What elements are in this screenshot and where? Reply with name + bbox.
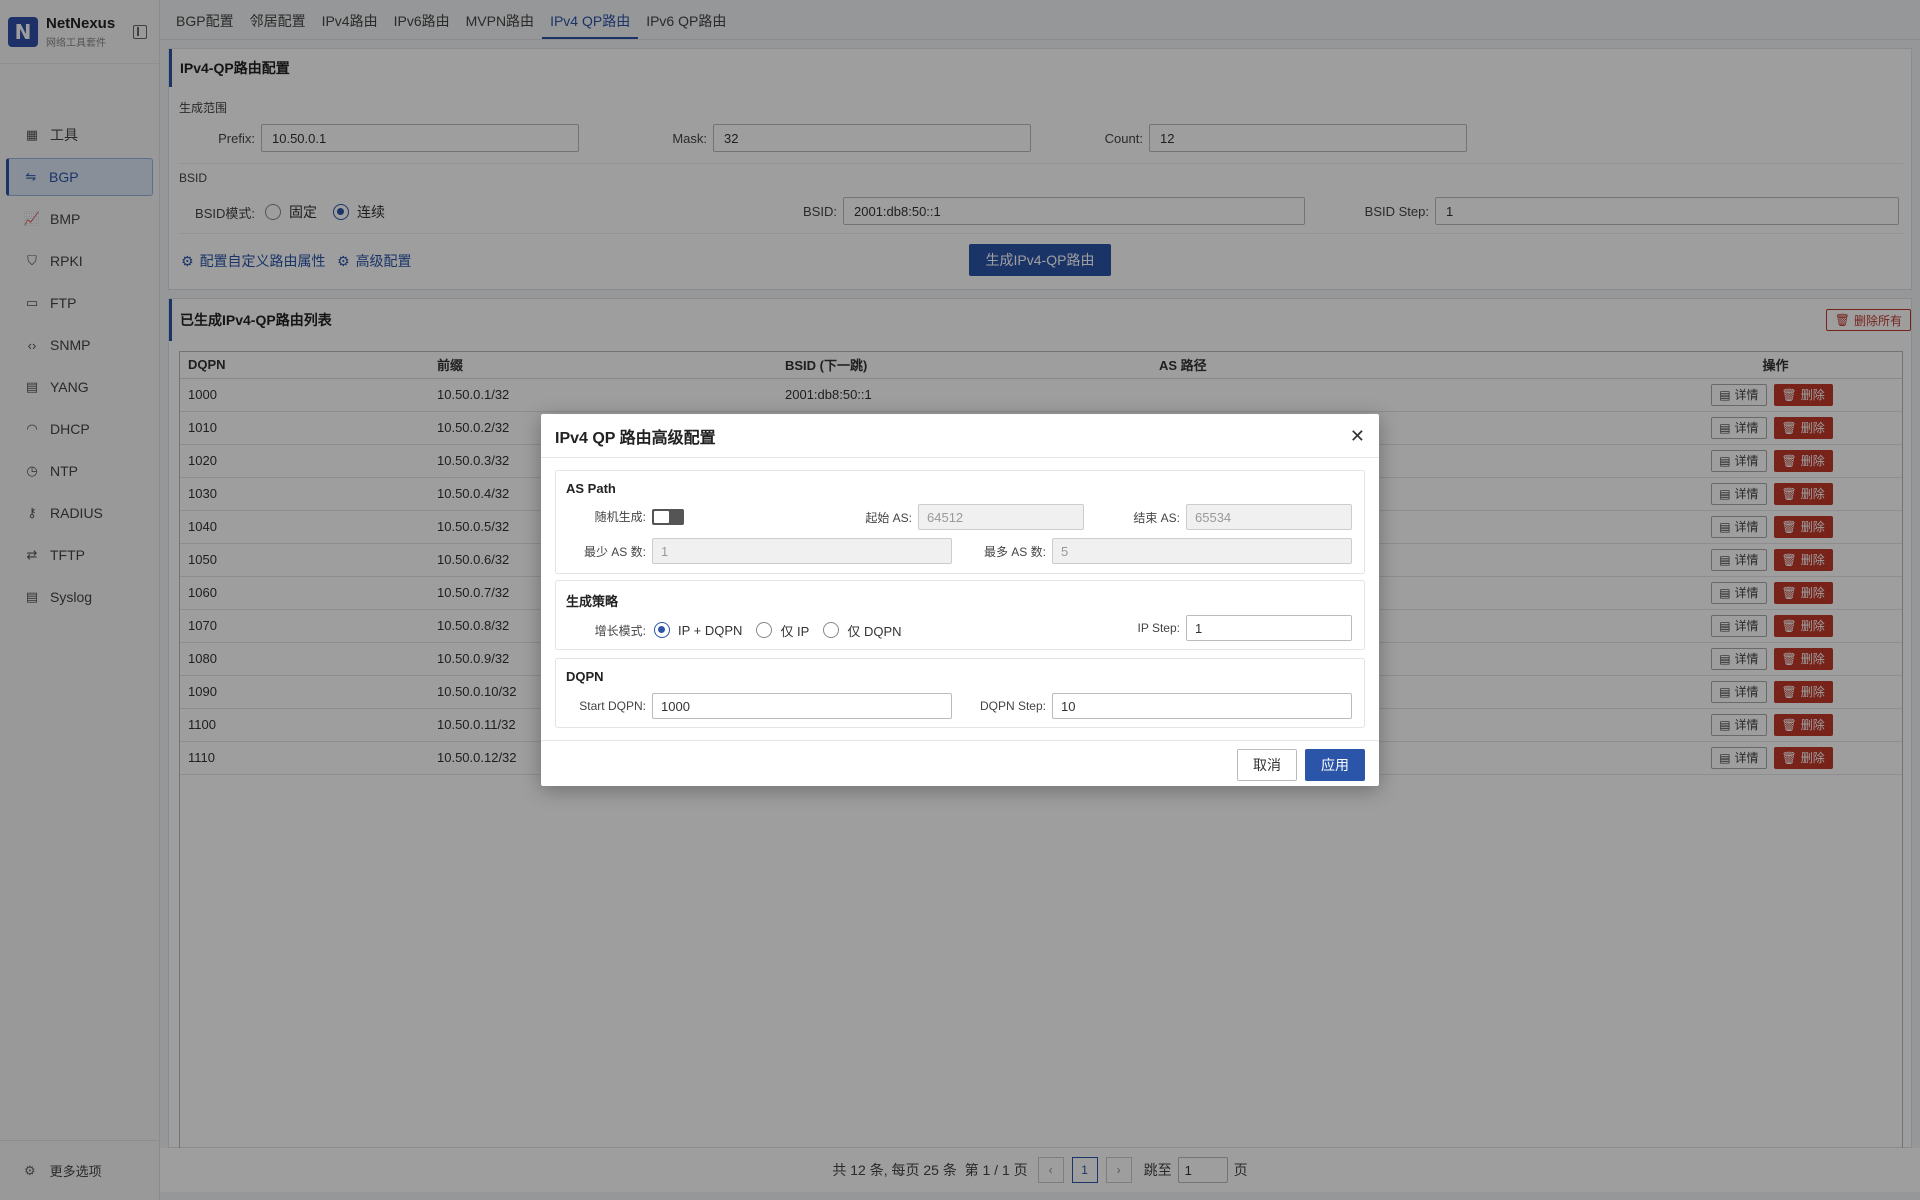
min-as-label: 最少 AS 数 <box>583 544 643 559</box>
mode-ip-dqpn-radio[interactable] <box>654 622 670 638</box>
min-as-row: 最少 AS 数: 1 <box>566 538 952 564</box>
strategy-section: 生成策略 增长模式: IP + DQPN 仅 IP 仅 DQPN IP Step… <box>555 580 1365 650</box>
advanced-config-dialog: IPv4 QP 路由高级配置 ✕ AS Path 随机生成: 起始 AS: 64… <box>541 414 1379 786</box>
random-toggle[interactable] <box>652 508 684 525</box>
dialog-title: IPv4 QP 路由高级配置 <box>555 429 716 447</box>
dqpn-step-label: DQPN Step <box>979 699 1043 713</box>
growth-mode-label: 增长模式 <box>594 623 643 638</box>
ip-step-input[interactable]: 1 <box>1186 615 1352 641</box>
close-icon[interactable]: ✕ <box>1350 426 1365 447</box>
start-dqpn-row: Start DQPN: 1000 <box>566 693 952 719</box>
start-dqpn-label: Start DQPN <box>579 699 643 713</box>
random-label: 随机生成 <box>594 510 643 524</box>
as-path-title: AS Path <box>566 481 616 496</box>
as-path-section: AS Path 随机生成: 起始 AS: 64512 结束 AS: 65534 … <box>555 470 1365 574</box>
strategy-title: 生成策略 <box>566 594 619 609</box>
growth-mode-row: 增长模式: IP + DQPN 仅 IP 仅 DQPN <box>594 622 902 639</box>
mode-ip-only-label: 仅 IP <box>780 623 810 639</box>
dqpn-step-input[interactable]: 10 <box>1052 693 1352 719</box>
end-as-label: 结束 AS <box>1133 510 1177 525</box>
max-as-label: 最多 AS 数 <box>983 544 1043 559</box>
ip-step-label: IP Step <box>1137 621 1177 635</box>
max-as-input[interactable]: 5 <box>1052 538 1352 564</box>
min-as-input[interactable]: 1 <box>652 538 952 564</box>
start-as-label: 起始 AS <box>865 510 909 525</box>
cancel-button[interactable]: 取消 <box>1237 749 1297 781</box>
random-row: 随机生成: <box>566 508 684 525</box>
mode-ip-dqpn-label: IP + DQPN <box>678 622 743 638</box>
end-as-input[interactable]: 65534 <box>1186 504 1352 530</box>
max-as-row: 最多 AS 数: 5 <box>966 538 1352 564</box>
start-as-row: 起始 AS: 64512 <box>856 504 1084 530</box>
dqpn-step-row: DQPN Step: 10 <box>966 693 1352 719</box>
mode-ip-only-radio[interactable] <box>756 622 773 638</box>
ip-step-row: IP Step: 1 <box>1122 615 1352 641</box>
dqpn-title: DQPN <box>566 669 604 684</box>
dialog-header: IPv4 QP 路由高级配置 ✕ <box>541 414 1379 458</box>
apply-button[interactable]: 应用 <box>1305 749 1365 781</box>
mode-dqpn-only-label: 仅 DQPN <box>847 623 902 639</box>
dqpn-section: DQPN Start DQPN: 1000 DQPN Step: 10 <box>555 658 1365 728</box>
mode-dqpn-only-radio[interactable] <box>823 622 840 638</box>
dialog-footer: 取消 应用 <box>541 740 1379 786</box>
end-as-row: 结束 AS: 65534 <box>1122 504 1352 530</box>
start-dqpn-input[interactable]: 1000 <box>652 693 952 719</box>
start-as-input[interactable]: 64512 <box>918 504 1084 530</box>
